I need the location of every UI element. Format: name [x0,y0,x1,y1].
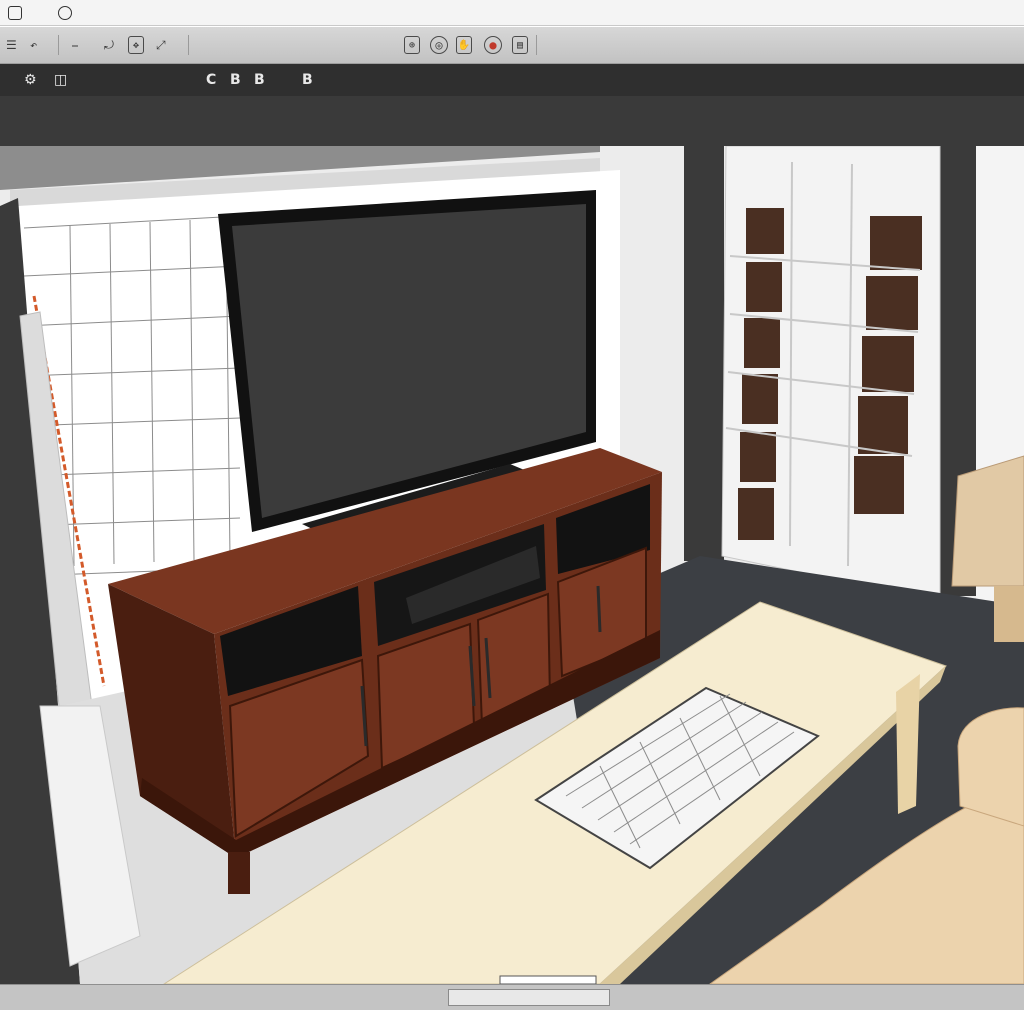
sofa-arm [957,707,1024,827]
scene-panel-bar [0,96,1024,146]
status-field[interactable] [448,989,610,1006]
draw-line-icon[interactable]: ⎯ [72,36,78,54]
3d-viewport[interactable] [0,146,1024,984]
secondary-toolbar: ⚙ ◫ C B B B [0,64,1024,97]
cabinet-leg [228,852,250,894]
pan-icon[interactable]: ✋ [456,36,472,54]
viewport-label-strip [499,975,597,984]
window-titlebar [0,0,1024,26]
toolbar-separator [58,35,59,55]
door-frame-left [684,146,724,561]
b3-button[interactable]: B [302,71,313,89]
orbit-icon[interactable]: ◎ [430,36,448,54]
c-button[interactable]: C [206,71,216,89]
settings-icon[interactable]: ⚙ [24,71,37,89]
scale-icon[interactable]: ⤢ [156,36,166,54]
layers-icon[interactable]: ▤ [512,36,528,54]
status-bar [0,984,1024,1011]
document-icon[interactable] [58,5,72,20]
armchair-leg [994,586,1024,642]
menu-icon[interactable]: ☰ [6,36,17,54]
toolbar-separator [536,35,537,55]
window-footer [0,1010,1024,1024]
zoom-icon[interactable]: ⊕ [404,36,420,54]
app-icon[interactable] [8,5,22,20]
rotate-icon[interactable]: ⤾ [104,36,114,54]
record-icon[interactable]: ● [484,36,502,54]
main-toolbar: ☰ ↶ ⎯ ⤾ ✥ ⤢ ◎ ✋ ⊕ ● ▤ [0,27,1024,64]
toolbar-separator [188,35,189,55]
move-icon[interactable]: ✥ [128,36,144,54]
armchair [951,455,1024,587]
view-mode-icon[interactable]: ◫ [54,71,67,89]
b2-button[interactable]: B [254,71,265,89]
undo-icon[interactable]: ↶ [30,36,37,54]
b-button[interactable]: B [230,71,241,89]
scene-render [0,146,1024,984]
